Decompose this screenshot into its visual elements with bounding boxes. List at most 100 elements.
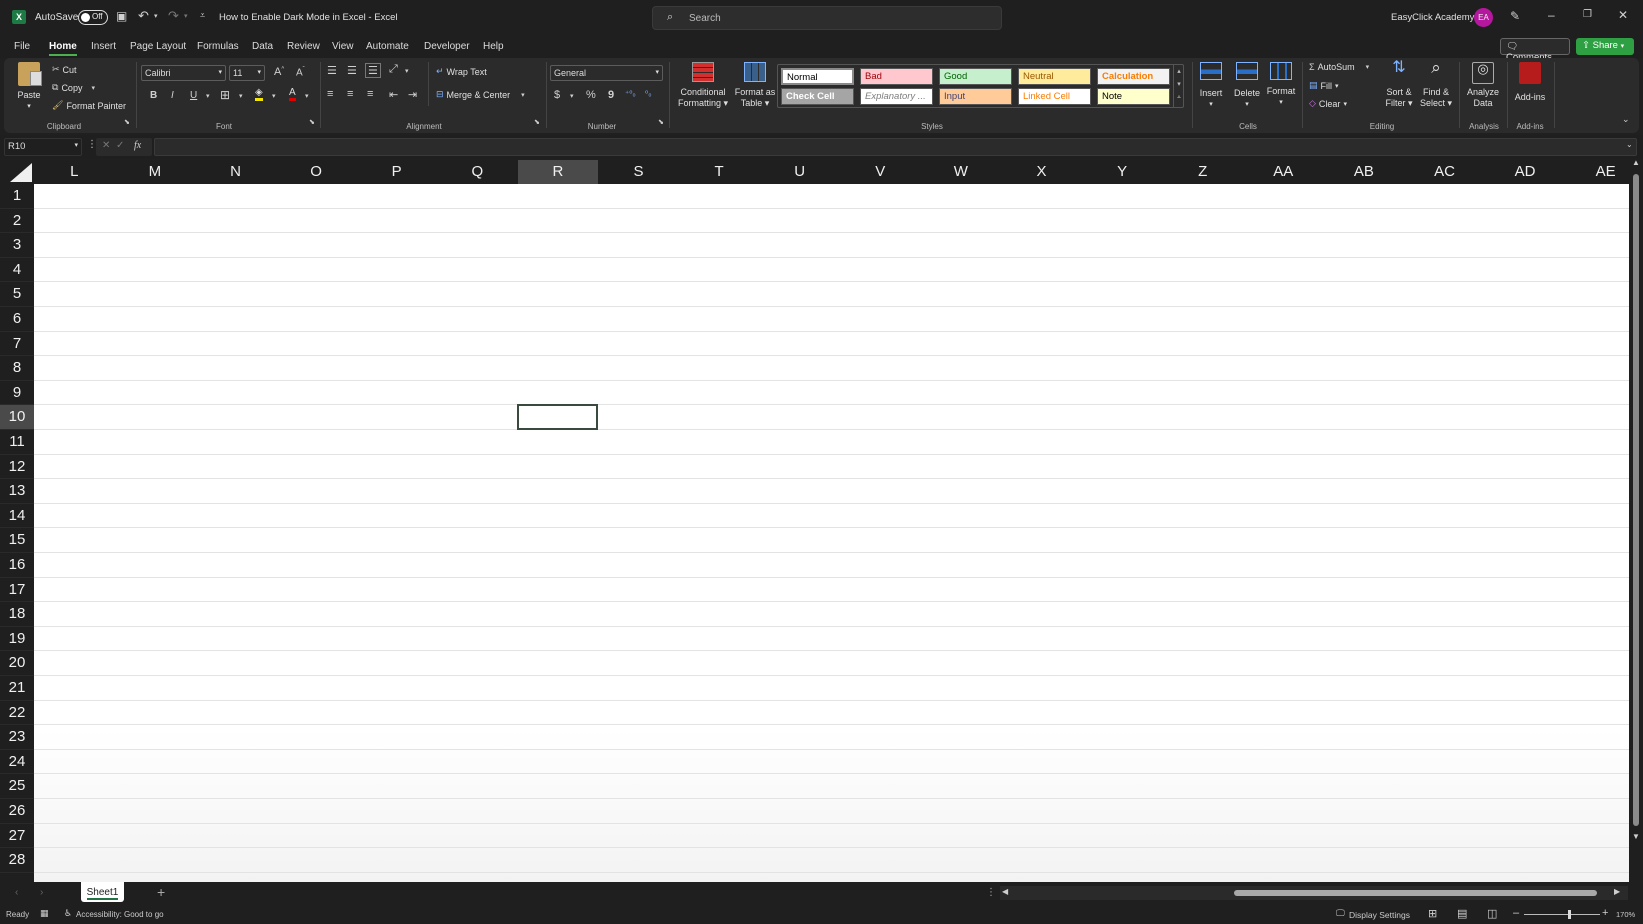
increase-indent-icon[interactable]: ⇥ [408,88,417,101]
decrease-decimal-icon[interactable]: ⁰₀ [645,89,652,98]
currency-button[interactable]: $ [554,89,560,101]
zoom-in-icon[interactable]: + [1602,907,1608,919]
font-launcher-icon[interactable]: ⬊ [309,118,315,126]
merge-dropdown-icon[interactable]: ▾ [521,91,525,99]
vertical-scrollbar[interactable]: ▲ ▼ [1629,158,1643,882]
cell-style-linked-cell[interactable]: Linked Cell [1018,88,1091,105]
copy-button[interactable]: ⧉ Copy ▾ [52,82,95,93]
alignment-launcher-icon[interactable]: ⬊ [534,118,540,126]
row-header-15[interactable]: 15 [0,528,34,553]
row-header-23[interactable]: 23 [0,725,34,750]
column-header-aa[interactable]: AA [1243,160,1324,184]
increase-font-icon[interactable]: A^ [274,66,284,78]
column-header-ac[interactable]: AC [1404,160,1485,184]
column-header-u[interactable]: U [759,160,840,184]
tab-review[interactable]: Review [287,41,320,52]
restore-icon[interactable]: ❐ [1583,9,1592,20]
redo-dropdown-icon[interactable]: ▾ [184,12,188,20]
row-header-4[interactable]: 4 [0,258,34,283]
zoom-slider-thumb[interactable] [1568,910,1571,919]
addins-button[interactable]: Add-ins [1512,62,1548,103]
close-icon[interactable]: ✕ [1618,8,1628,22]
gallery-down-icon[interactable]: ▾ [1174,78,1184,91]
column-header-o[interactable]: O [276,160,357,184]
column-header-n[interactable]: N [195,160,276,184]
row-header-7[interactable]: 7 [0,332,34,357]
row-header-16[interactable]: 16 [0,553,34,578]
share-button[interactable]: ⇪ Share ▾ [1576,38,1634,55]
scroll-down-icon[interactable]: ▼ [1632,832,1640,841]
tab-page-layout[interactable]: Page Layout [130,41,186,52]
collapse-ribbon-icon[interactable]: ⌄ [1622,114,1630,125]
display-settings-icon[interactable]: 🖵 [1336,908,1345,919]
format-cells-button[interactable]: Format ▾ [1265,62,1297,108]
display-settings-label[interactable]: Display Settings [1349,910,1410,920]
paste-dropdown-icon[interactable]: ▾ [14,101,44,112]
row-header-25[interactable]: 25 [0,774,34,799]
row-header-24[interactable]: 24 [0,750,34,775]
zoom-level[interactable]: 170% [1616,910,1635,919]
save-icon[interactable]: ▣ [116,9,127,23]
row-header-12[interactable]: 12 [0,455,34,480]
align-bottom-icon[interactable]: ☰ [365,63,381,78]
increase-decimal-icon[interactable]: ⁺⁰₀ [625,89,636,98]
gallery-scroll[interactable]: ▴ ▾ ⩡ [1173,65,1184,107]
tab-developer[interactable]: Developer [424,41,470,52]
redo-icon[interactable]: ↷ [168,8,179,24]
conditional-formatting-button[interactable]: Conditional Formatting ▾ [672,62,734,109]
column-header-y[interactable]: Y [1082,160,1163,184]
cell-style-good[interactable]: Good [939,68,1012,85]
tab-automate[interactable]: Automate [366,41,409,52]
insert-function-icon[interactable]: fx [134,140,141,151]
cell-style-calculation[interactable]: Calculation [1097,68,1170,85]
sheet-tab-sheet1[interactable]: Sheet1 [81,882,124,902]
column-header-l[interactable]: L [34,160,115,184]
row-header-20[interactable]: 20 [0,651,34,676]
font-size-combo[interactable]: 11 ▾ [229,65,265,81]
row-header-5[interactable]: 5 [0,282,34,307]
underline-button[interactable]: U [190,90,197,101]
row-header-18[interactable]: 18 [0,602,34,627]
column-header-q[interactable]: Q [437,160,518,184]
normal-view-icon[interactable]: ⊞ [1428,907,1437,920]
tab-insert[interactable]: Insert [91,41,116,52]
row-header-19[interactable]: 19 [0,627,34,652]
page-break-view-icon[interactable]: ◫ [1487,907,1497,920]
autosum-dropdown-icon[interactable]: ▾ [1366,63,1370,71]
minimize-icon[interactable]: – [1548,8,1555,22]
align-top-icon[interactable]: ☰ [327,64,337,77]
worksheet-grid[interactable] [34,184,1629,882]
row-header-3[interactable]: 3 [0,233,34,258]
row-header-8[interactable]: 8 [0,356,34,381]
tab-data[interactable]: Data [252,41,273,52]
column-header-p[interactable]: P [356,160,437,184]
decrease-indent-icon[interactable]: ⇤ [389,88,398,101]
cell-style-bad[interactable]: Bad [860,68,933,85]
row-header-10[interactable]: 10 [0,405,34,430]
search-box[interactable]: ⌕ Search [652,6,1002,30]
cell-style-note[interactable]: Note [1097,88,1170,105]
row-header-27[interactable]: 27 [0,824,34,849]
font-color-icon[interactable]: A [289,88,296,101]
fill-button[interactable]: ▤ Fill ▾ [1309,80,1339,91]
horizontal-scrollbar[interactable]: ◀ ▶ [1000,886,1628,900]
cell-style-explanatory[interactable]: Explanatory ... [860,88,933,105]
autosave-toggle[interactable]: Off [78,10,108,25]
merge-center-button[interactable]: ⊟ Merge & Center ▾ [436,89,525,100]
borders-icon[interactable]: ⊞ [220,88,230,102]
column-header-r[interactable]: R [517,160,599,184]
row-header-21[interactable]: 21 [0,676,34,701]
format-as-table-button[interactable]: Format as Table ▾ [733,62,777,109]
enter-icon[interactable]: ✓ [116,140,124,151]
clipboard-launcher-icon[interactable]: ⬊ [124,118,130,126]
tab-help[interactable]: Help [483,41,504,52]
row-header-13[interactable]: 13 [0,479,34,504]
formula-input[interactable] [154,138,1637,156]
column-header-v[interactable]: V [840,160,921,184]
number-launcher-icon[interactable]: ⬊ [658,118,664,126]
page-layout-view-icon[interactable]: ▤ [1457,907,1467,920]
cell-style-input[interactable]: Input [939,88,1012,105]
column-header-s[interactable]: S [598,160,679,184]
column-header-w[interactable]: W [921,160,1002,184]
accessibility-status[interactable]: Accessibility: Good to go [76,910,164,919]
